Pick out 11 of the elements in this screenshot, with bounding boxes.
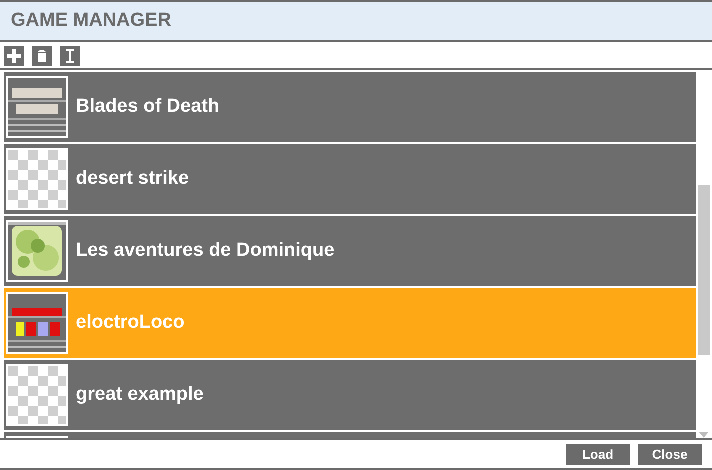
window-title: GAME MANAGER — [11, 10, 172, 32]
text-cursor-icon[interactable] — [60, 46, 80, 66]
dialog-button[interactable]: Load — [566, 444, 630, 464]
game-list-item[interactable]: Les aventures de Dominique — [4, 216, 696, 286]
game-list-item[interactable]: Blades of Death — [4, 72, 696, 142]
trash-icon[interactable] — [32, 46, 52, 66]
game-list-item[interactable]: great example — [4, 360, 696, 430]
game-list-item[interactable]: desert strike — [4, 144, 696, 214]
scrollbar-thumb[interactable] — [698, 185, 710, 355]
add-icon[interactable] — [4, 46, 24, 66]
dialog-button[interactable]: Close — [638, 444, 702, 464]
